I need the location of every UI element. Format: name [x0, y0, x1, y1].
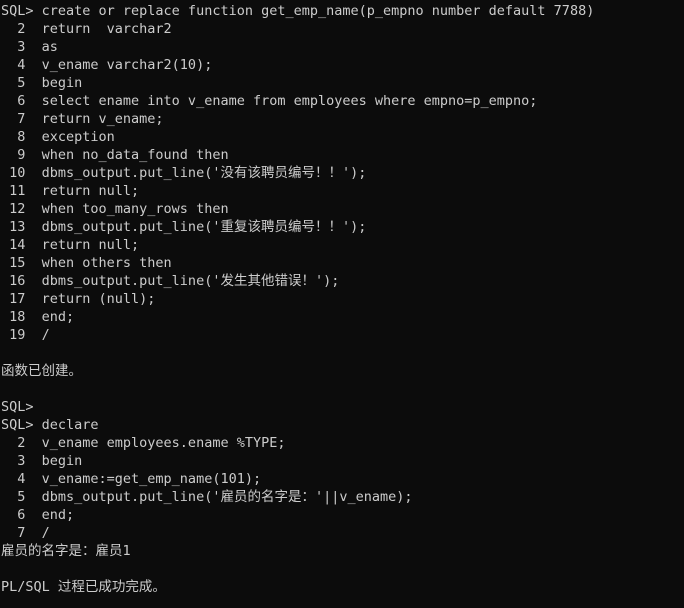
terminal-line: 2 return varchar2 [1, 21, 172, 37]
terminal-line: 7 return v_ename; [1, 111, 164, 127]
terminal-line: 7 / [1, 525, 50, 541]
terminal-line: 9 when no_data_found then [1, 147, 229, 163]
terminal-line: SQL> [1, 399, 34, 415]
terminal-line: 13 dbms_output.put_line('重复该聘员编号！！'); [1, 219, 367, 235]
terminal-line: 4 v_ename:=get_emp_name(101); [1, 471, 262, 487]
terminal-line: 17 return (null); [1, 291, 156, 307]
terminal-line: SQL> create or replace function get_emp_… [1, 3, 595, 19]
terminal-line: 11 return null; [1, 183, 140, 199]
terminal-line: 14 return null; [1, 237, 140, 253]
terminal-line: 10 dbms_output.put_line('没有该聘员编号！！'); [1, 165, 367, 181]
terminal-output-pane[interactable]: SQL> create or replace function get_emp_… [0, 0, 684, 608]
terminal-line: 19 / [1, 327, 50, 343]
terminal-line: 16 dbms_output.put_line('发生其他错误！'); [1, 273, 340, 289]
terminal-line: 雇员的名字是：雇员1 [1, 543, 131, 559]
terminal-line: 6 end; [1, 507, 75, 523]
terminal-line: 函数已创建。 [1, 363, 82, 379]
terminal-line: 8 exception [1, 129, 115, 145]
terminal-line: 18 end; [1, 309, 75, 325]
terminal-line: 4 v_ename varchar2(10); [1, 57, 213, 73]
terminal-line: 3 begin [1, 453, 83, 469]
terminal-line: PL/SQL 过程已成功完成。 [1, 579, 166, 595]
terminal-line: 5 dbms_output.put_line('雇员的名字是：'||v_enam… [1, 489, 413, 505]
terminal-line: 3 as [1, 39, 58, 55]
terminal-line: 5 begin [1, 75, 83, 91]
terminal-line: 2 v_ename employees.ename %TYPE; [1, 435, 286, 451]
terminal-line: 15 when others then [1, 255, 172, 271]
terminal-line: 12 when too_many_rows then [1, 201, 229, 217]
terminal-line: 6 select ename into v_ename from employe… [1, 93, 538, 109]
terminal-line: SQL> declare [1, 417, 99, 433]
